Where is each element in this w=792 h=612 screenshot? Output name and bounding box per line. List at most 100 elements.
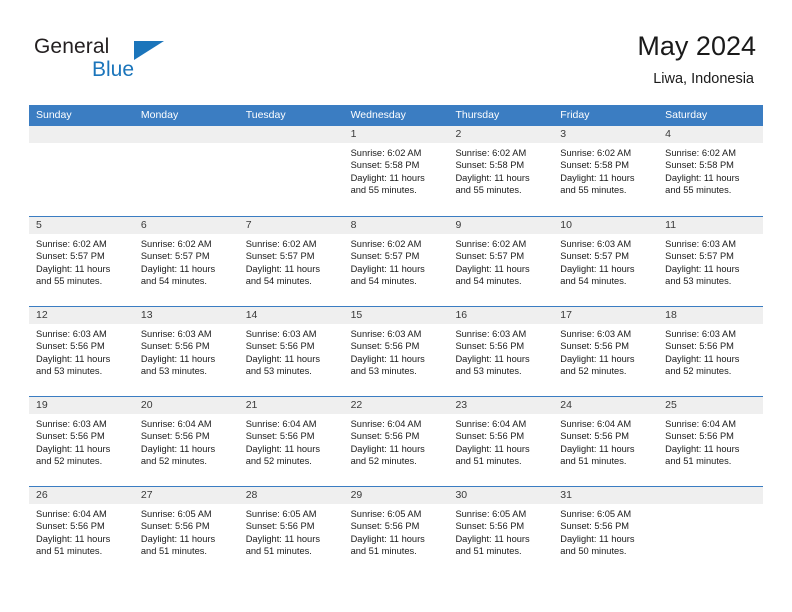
day-number: 4 (658, 126, 764, 143)
day-cell[interactable]: 5 Sunrise: 6:02 AM Sunset: 5:57 PM Dayli… (29, 217, 134, 306)
day-cell[interactable]: 9 Sunrise: 6:02 AM Sunset: 5:57 PM Dayli… (448, 217, 554, 306)
weekday-header-sunday: Sunday (36, 109, 72, 121)
day-number: 22 (343, 397, 449, 414)
day-cell[interactable]: 8 Sunrise: 6:02 AM Sunset: 5:57 PM Dayli… (343, 217, 449, 306)
sunrise-text: Sunrise: 6:05 AM (455, 509, 527, 519)
day-cell[interactable]: 25 Sunrise: 6:04 AM Sunset: 5:56 PM Dayl… (658, 397, 764, 486)
daylight-text-line2: and 53 minutes. (350, 366, 417, 377)
daylight-text-line2: and 53 minutes. (245, 366, 312, 377)
day-details: Sunrise: 6:02 AM Sunset: 5:58 PM Dayligh… (658, 143, 763, 197)
day-cell[interactable]: 7 Sunrise: 6:02 AM Sunset: 5:57 PM Dayli… (238, 217, 344, 306)
daylight-text-line1: Daylight: 11 hours (455, 353, 530, 364)
day-details: Sunrise: 6:04 AM Sunset: 5:56 PM Dayligh… (553, 414, 658, 468)
daylight-text-line2: and 54 minutes. (455, 276, 522, 287)
day-cell[interactable]: 17 Sunrise: 6:03 AM Sunset: 5:56 PM Dayl… (553, 307, 659, 396)
sunrise-text: Sunrise: 6:02 AM (36, 239, 107, 249)
day-cell[interactable]: 12 Sunrise: 6:03 AM Sunset: 5:56 PM Dayl… (29, 307, 134, 396)
sunrise-text: Sunrise: 6:02 AM (665, 148, 736, 158)
sunrise-text: Sunrise: 6:03 AM (36, 419, 107, 429)
sunrise-text: Sunrise: 6:04 AM (665, 419, 736, 429)
sunset-text: Sunset: 5:58 PM (455, 160, 525, 171)
day-number: 10 (553, 217, 659, 234)
day-cell[interactable]: 11 Sunrise: 6:03 AM Sunset: 5:57 PM Dayl… (658, 217, 764, 306)
daylight-text-line2: and 52 minutes. (350, 456, 417, 467)
sunset-text: Sunset: 5:56 PM (455, 341, 525, 352)
day-details: Sunrise: 6:02 AM Sunset: 5:58 PM Dayligh… (344, 143, 449, 197)
page-title: May 2024 (637, 31, 756, 61)
day-cell[interactable]: 21 Sunrise: 6:04 AM Sunset: 5:56 PM Dayl… (238, 397, 344, 486)
day-cell[interactable]: 31 Sunrise: 6:05 AM Sunset: 5:56 PM Dayl… (553, 487, 659, 576)
day-details: Sunrise: 6:03 AM Sunset: 5:57 PM Dayligh… (553, 234, 658, 288)
daylight-text-line1: Daylight: 11 hours (350, 263, 425, 274)
sunset-text: Sunset: 5:58 PM (560, 160, 630, 171)
daylight-text-line2: and 53 minutes. (36, 366, 103, 377)
day-details: Sunrise: 6:02 AM Sunset: 5:58 PM Dayligh… (553, 143, 658, 197)
sunrise-text: Sunrise: 6:05 AM (245, 509, 317, 519)
day-cell[interactable]: 16 Sunrise: 6:03 AM Sunset: 5:56 PM Dayl… (448, 307, 554, 396)
daylight-text-line1: Daylight: 11 hours (455, 263, 530, 274)
day-number: 12 (29, 307, 134, 324)
week-row: 12 Sunrise: 6:03 AM Sunset: 5:56 PM Dayl… (29, 306, 764, 396)
daylight-text-line2: and 52 minutes. (665, 366, 732, 377)
sunrise-text: Sunrise: 6:03 AM (350, 329, 422, 339)
sunrise-text: Sunrise: 6:04 AM (36, 509, 107, 519)
sunset-text: Sunset: 5:56 PM (36, 431, 105, 442)
daylight-text-line2: and 55 minutes. (36, 276, 103, 287)
daylight-text-line1: Daylight: 11 hours (245, 533, 320, 544)
daylight-text-line1: Daylight: 11 hours (36, 443, 111, 454)
weekday-header-thursday: Thursday (455, 109, 500, 121)
day-details: Sunrise: 6:03 AM Sunset: 5:57 PM Dayligh… (658, 234, 763, 288)
day-details: Sunrise: 6:05 AM Sunset: 5:56 PM Dayligh… (134, 504, 239, 558)
day-cell[interactable]: 3 Sunrise: 6:02 AM Sunset: 5:58 PM Dayli… (553, 126, 659, 216)
day-cell[interactable]: 1 Sunrise: 6:02 AM Sunset: 5:58 PM Dayli… (343, 126, 449, 216)
sunrise-text: Sunrise: 6:05 AM (350, 509, 422, 519)
daylight-text-line1: Daylight: 11 hours (140, 443, 216, 454)
page-header: General Blue May 2024 Liwa, Indonesia (0, 0, 792, 104)
day-number: 27 (133, 487, 239, 504)
daylight-text-line2: and 53 minutes. (455, 366, 522, 377)
day-cell[interactable]: 6 Sunrise: 6:02 AM Sunset: 5:57 PM Dayli… (133, 217, 239, 306)
general-blue-logo[interactable]: General Blue (34, 34, 234, 92)
day-cell[interactable]: 24 Sunrise: 6:04 AM Sunset: 5:56 PM Dayl… (553, 397, 659, 486)
day-cell[interactable]: 13 Sunrise: 6:03 AM Sunset: 5:56 PM Dayl… (133, 307, 239, 396)
day-cell[interactable]: 20 Sunrise: 6:04 AM Sunset: 5:56 PM Dayl… (133, 397, 239, 486)
daylight-text-line1: Daylight: 11 hours (455, 172, 530, 183)
day-number: 2 (448, 126, 554, 143)
day-number: 31 (553, 487, 659, 504)
daylight-text-line2: and 51 minutes. (665, 456, 732, 467)
day-cell[interactable]: 18 Sunrise: 6:03 AM Sunset: 5:56 PM Dayl… (658, 307, 764, 396)
day-cell[interactable]: 29 Sunrise: 6:05 AM Sunset: 5:56 PM Dayl… (343, 487, 449, 576)
day-details: Sunrise: 6:05 AM Sunset: 5:56 PM Dayligh… (553, 504, 658, 558)
day-cell[interactable]: 28 Sunrise: 6:05 AM Sunset: 5:56 PM Dayl… (238, 487, 344, 576)
day-number: 6 (133, 217, 239, 234)
sunset-text: Sunset: 5:57 PM (665, 251, 734, 262)
day-cell[interactable]: 10 Sunrise: 6:03 AM Sunset: 5:57 PM Dayl… (553, 217, 659, 306)
day-cell[interactable]: 19 Sunrise: 6:03 AM Sunset: 5:56 PM Dayl… (29, 397, 134, 486)
daylight-text-line1: Daylight: 11 hours (560, 353, 635, 364)
sunrise-text: Sunrise: 6:03 AM (560, 329, 632, 339)
sunrise-text: Sunrise: 6:03 AM (245, 329, 317, 339)
sunrise-text: Sunrise: 6:02 AM (140, 239, 212, 249)
day-number: 30 (448, 487, 554, 504)
title-block: May 2024 Liwa, Indonesia (637, 30, 756, 89)
sunrise-text: Sunrise: 6:03 AM (455, 329, 527, 339)
day-cell[interactable]: 2 Sunrise: 6:02 AM Sunset: 5:58 PM Dayli… (448, 126, 554, 216)
day-cell[interactable]: 27 Sunrise: 6:05 AM Sunset: 5:56 PM Dayl… (133, 487, 239, 576)
sunrise-text: Sunrise: 6:03 AM (560, 239, 632, 249)
day-number: 3 (553, 126, 659, 143)
day-cell[interactable]: 26 Sunrise: 6:04 AM Sunset: 5:56 PM Dayl… (29, 487, 134, 576)
day-cell[interactable]: 23 Sunrise: 6:04 AM Sunset: 5:56 PM Dayl… (448, 397, 554, 486)
day-cell[interactable]: 30 Sunrise: 6:05 AM Sunset: 5:56 PM Dayl… (448, 487, 554, 576)
sunrise-text: Sunrise: 6:02 AM (350, 239, 422, 249)
day-cell[interactable]: 15 Sunrise: 6:03 AM Sunset: 5:56 PM Dayl… (343, 307, 449, 396)
day-cell[interactable]: 4 Sunrise: 6:02 AM Sunset: 5:58 PM Dayli… (658, 126, 764, 216)
daylight-text-line2: and 54 minutes. (350, 276, 417, 287)
daylight-text-line2: and 54 minutes. (140, 276, 208, 287)
daylight-text-line2: and 55 minutes. (665, 185, 732, 196)
day-number: 20 (133, 397, 239, 414)
day-cell[interactable]: 22 Sunrise: 6:04 AM Sunset: 5:56 PM Dayl… (343, 397, 449, 486)
day-number: 8 (343, 217, 449, 234)
day-cell[interactable]: 14 Sunrise: 6:03 AM Sunset: 5:56 PM Dayl… (238, 307, 344, 396)
daylight-text-line1: Daylight: 11 hours (36, 353, 111, 364)
day-details (239, 143, 344, 147)
